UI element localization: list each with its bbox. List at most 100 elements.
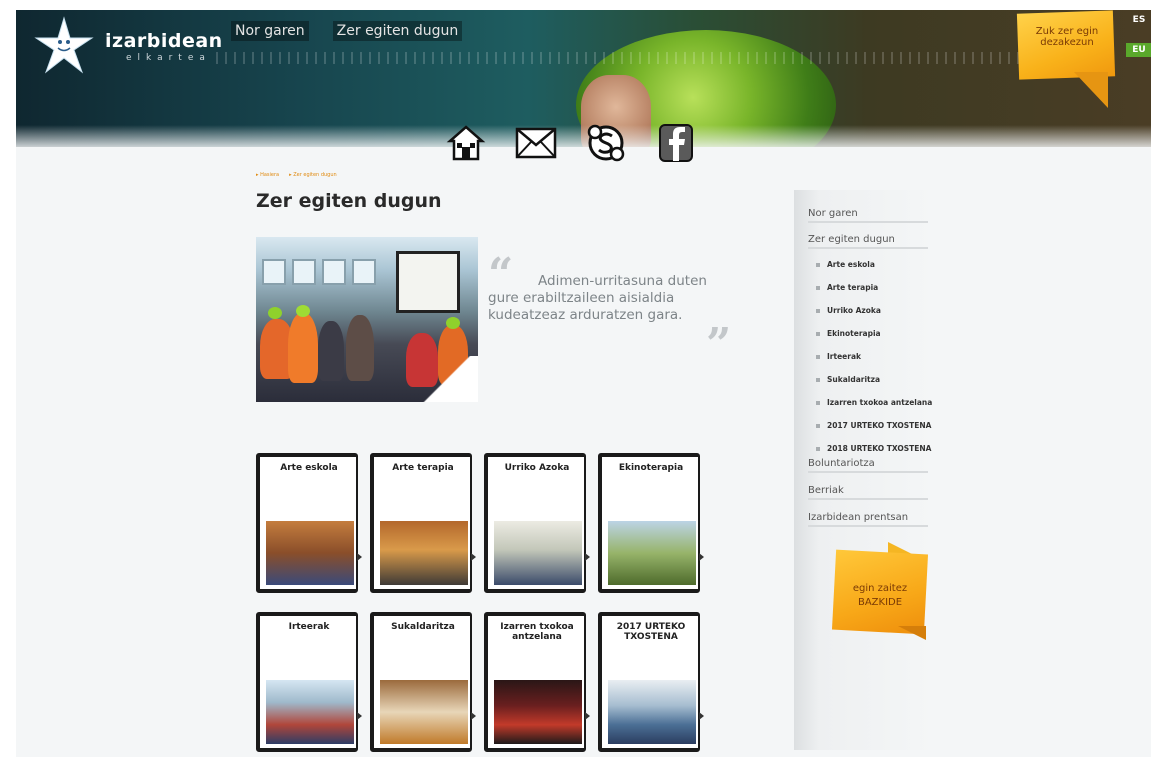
photo-screen bbox=[396, 251, 460, 313]
top-nav-item-zer-egiten-dugun[interactable]: Zer egiten dugun bbox=[332, 21, 463, 41]
sidebar-subitem[interactable]: Irteerak bbox=[816, 352, 861, 361]
card-thumbnail bbox=[608, 680, 696, 744]
card-thumbnail bbox=[380, 680, 468, 744]
cta-side-flap bbox=[898, 626, 926, 640]
card-thumbnail bbox=[380, 521, 468, 585]
top-nav-item-nor-garen[interactable]: Nor garen bbox=[231, 21, 309, 41]
quote-close-icon: ” bbox=[706, 319, 732, 370]
sidebar-subitem-label: Arte terapia bbox=[827, 283, 879, 292]
bullet-icon bbox=[816, 262, 820, 267]
brand-name: izarbidean bbox=[105, 30, 223, 52]
social-icons bbox=[444, 122, 698, 164]
sidebar-subitem-label: 2017 URTEKO TXOSTENA bbox=[827, 421, 932, 430]
card-label: Arte terapia bbox=[392, 463, 454, 473]
card-thumbnail bbox=[608, 521, 696, 585]
lang-es-link[interactable]: ES bbox=[1126, 15, 1151, 25]
bullet-icon bbox=[816, 354, 820, 359]
sidebar-item-boluntariotza[interactable]: Boluntariotza bbox=[808, 458, 928, 473]
card-sukaldaritza[interactable]: Sukaldaritza bbox=[370, 612, 476, 752]
card-label: Urriko Azoka bbox=[504, 463, 570, 473]
sidebar-subitem-label: Sukaldaritza bbox=[827, 375, 881, 384]
home-icon[interactable] bbox=[444, 122, 488, 164]
sidebar-subitem[interactable]: 2017 URTEKO TXOSTENA bbox=[816, 421, 931, 430]
sidebar-item-izarbidean-prentsan[interactable]: Izarbidean prentsan bbox=[808, 512, 928, 527]
sidebar-subitem-label: Izarren txokoa antzelana bbox=[827, 398, 933, 407]
brand-tagline: elkartea bbox=[126, 53, 211, 63]
sidebar-subitem[interactable]: Urriko Azoka bbox=[816, 306, 881, 315]
sidebar-subitem[interactable]: Arte eskola bbox=[816, 260, 875, 269]
sidebar-subitem-label: Arte eskola bbox=[827, 260, 875, 269]
sidebar-subitem-label: Urriko Azoka bbox=[827, 306, 881, 315]
photo-hat bbox=[296, 305, 310, 317]
page-title-rest: er egiten dugun bbox=[269, 190, 442, 212]
cta-side-button[interactable]: egin zaitez BAZKIDE bbox=[828, 540, 932, 640]
sidebar-subitem[interactable]: Arte terapia bbox=[816, 283, 878, 292]
page: izarbidean elkartea Nor garen Zer egiten… bbox=[16, 10, 1151, 757]
card-arte-terapia[interactable]: Arte terapia bbox=[370, 453, 476, 593]
photo-window bbox=[352, 259, 376, 285]
sidebar-subitem[interactable]: 2018 URTEKO TXOSTENA bbox=[816, 444, 931, 453]
bullet-icon bbox=[816, 377, 820, 382]
card-urriko-azoka[interactable]: Urriko Azoka bbox=[484, 453, 590, 593]
bullet-icon bbox=[816, 400, 820, 405]
page-title: Zer egiten dugun bbox=[256, 190, 442, 212]
photo-person bbox=[346, 315, 374, 381]
card-2017-urteko-txostena[interactable]: 2017 URTEKO TXOSTENA bbox=[598, 612, 704, 752]
sidebar-subitem[interactable]: Ekinoterapia bbox=[816, 329, 881, 338]
banner-texture bbox=[216, 52, 1036, 64]
language-switcher: ES EU bbox=[1126, 15, 1151, 57]
star-logo-icon bbox=[34, 16, 94, 74]
sidebar-item-berriak[interactable]: Berriak bbox=[808, 485, 928, 500]
bullet-icon bbox=[816, 308, 820, 313]
skype-icon[interactable] bbox=[584, 122, 628, 164]
logo[interactable]: izarbidean elkartea bbox=[30, 16, 223, 76]
photo-hat bbox=[268, 307, 282, 319]
card-arrow-icon bbox=[585, 553, 590, 561]
page-title-initial: Z bbox=[256, 190, 270, 212]
feature-photo bbox=[256, 237, 478, 402]
breadcrumb-home-link[interactable]: Hasiera bbox=[256, 172, 279, 178]
card-thumbnail bbox=[266, 680, 354, 744]
cta-top-label: Zuk zer egin dezakezun bbox=[1035, 26, 1099, 48]
photo-window bbox=[292, 259, 316, 285]
sidebar: Nor garen Zer egiten dugun Arte eskola A… bbox=[794, 190, 934, 750]
breadcrumb-current[interactable]: Zer egiten dugun bbox=[289, 172, 336, 178]
card-arrow-icon bbox=[585, 712, 590, 720]
card-arrow-icon bbox=[699, 712, 704, 720]
card-izarren-txokoa-antzelana[interactable]: Izarren txokoa antzelana bbox=[484, 612, 590, 752]
mail-icon[interactable] bbox=[514, 122, 558, 164]
sidebar-subitem-label: Irteerak bbox=[827, 352, 861, 361]
sidebar-subitem[interactable]: Izarren txokoa antzelana bbox=[816, 398, 932, 407]
card-label: Arte eskola bbox=[280, 463, 338, 473]
card-thumbnail bbox=[266, 521, 354, 585]
quote-text: Adimen-urritasuna duten gure erabiltzail… bbox=[488, 273, 707, 323]
sidebar-subitem-label: Ekinoterapia bbox=[827, 329, 881, 338]
sidebar-item-zer-egiten-dugun[interactable]: Zer egiten dugun bbox=[808, 234, 928, 249]
bullet-icon bbox=[816, 285, 820, 290]
sidebar-subitem[interactable]: Sukaldaritza bbox=[816, 375, 880, 384]
card-label: 2017 URTEKO TXOSTENA bbox=[616, 622, 686, 642]
bullet-icon bbox=[816, 331, 820, 336]
card-label: Sukaldaritza bbox=[391, 622, 455, 632]
card-arrow-icon bbox=[699, 553, 704, 561]
card-irteerak[interactable]: Irteerak bbox=[256, 612, 362, 752]
bullet-icon bbox=[816, 446, 820, 451]
cta-top-flap bbox=[1074, 72, 1108, 108]
photo-person bbox=[288, 313, 318, 383]
photo-page-curl bbox=[418, 356, 478, 402]
sidebar-subitem-label: 2018 URTEKO TXOSTENA bbox=[827, 444, 932, 453]
breadcrumb: Hasiera Zer egiten dugun bbox=[256, 172, 337, 178]
photo-window bbox=[322, 259, 346, 285]
cta-top-button[interactable]: Zuk zer egin dezakezun bbox=[1016, 10, 1116, 108]
photo-person bbox=[318, 321, 344, 381]
card-arte-eskola[interactable]: Arte eskola bbox=[256, 453, 362, 593]
card-arrow-icon bbox=[471, 712, 476, 720]
card-arrow-icon bbox=[357, 553, 362, 561]
card-ekinoterapia[interactable]: Ekinoterapia bbox=[598, 453, 704, 593]
photo-window bbox=[262, 259, 286, 285]
sidebar-item-nor-garen[interactable]: Nor garen bbox=[808, 208, 928, 223]
cta-side-label: egin zaitez BAZKIDE bbox=[852, 583, 908, 608]
facebook-icon[interactable] bbox=[654, 122, 698, 164]
lang-eu-link[interactable]: EU bbox=[1126, 43, 1151, 57]
photo-hat bbox=[446, 317, 460, 329]
